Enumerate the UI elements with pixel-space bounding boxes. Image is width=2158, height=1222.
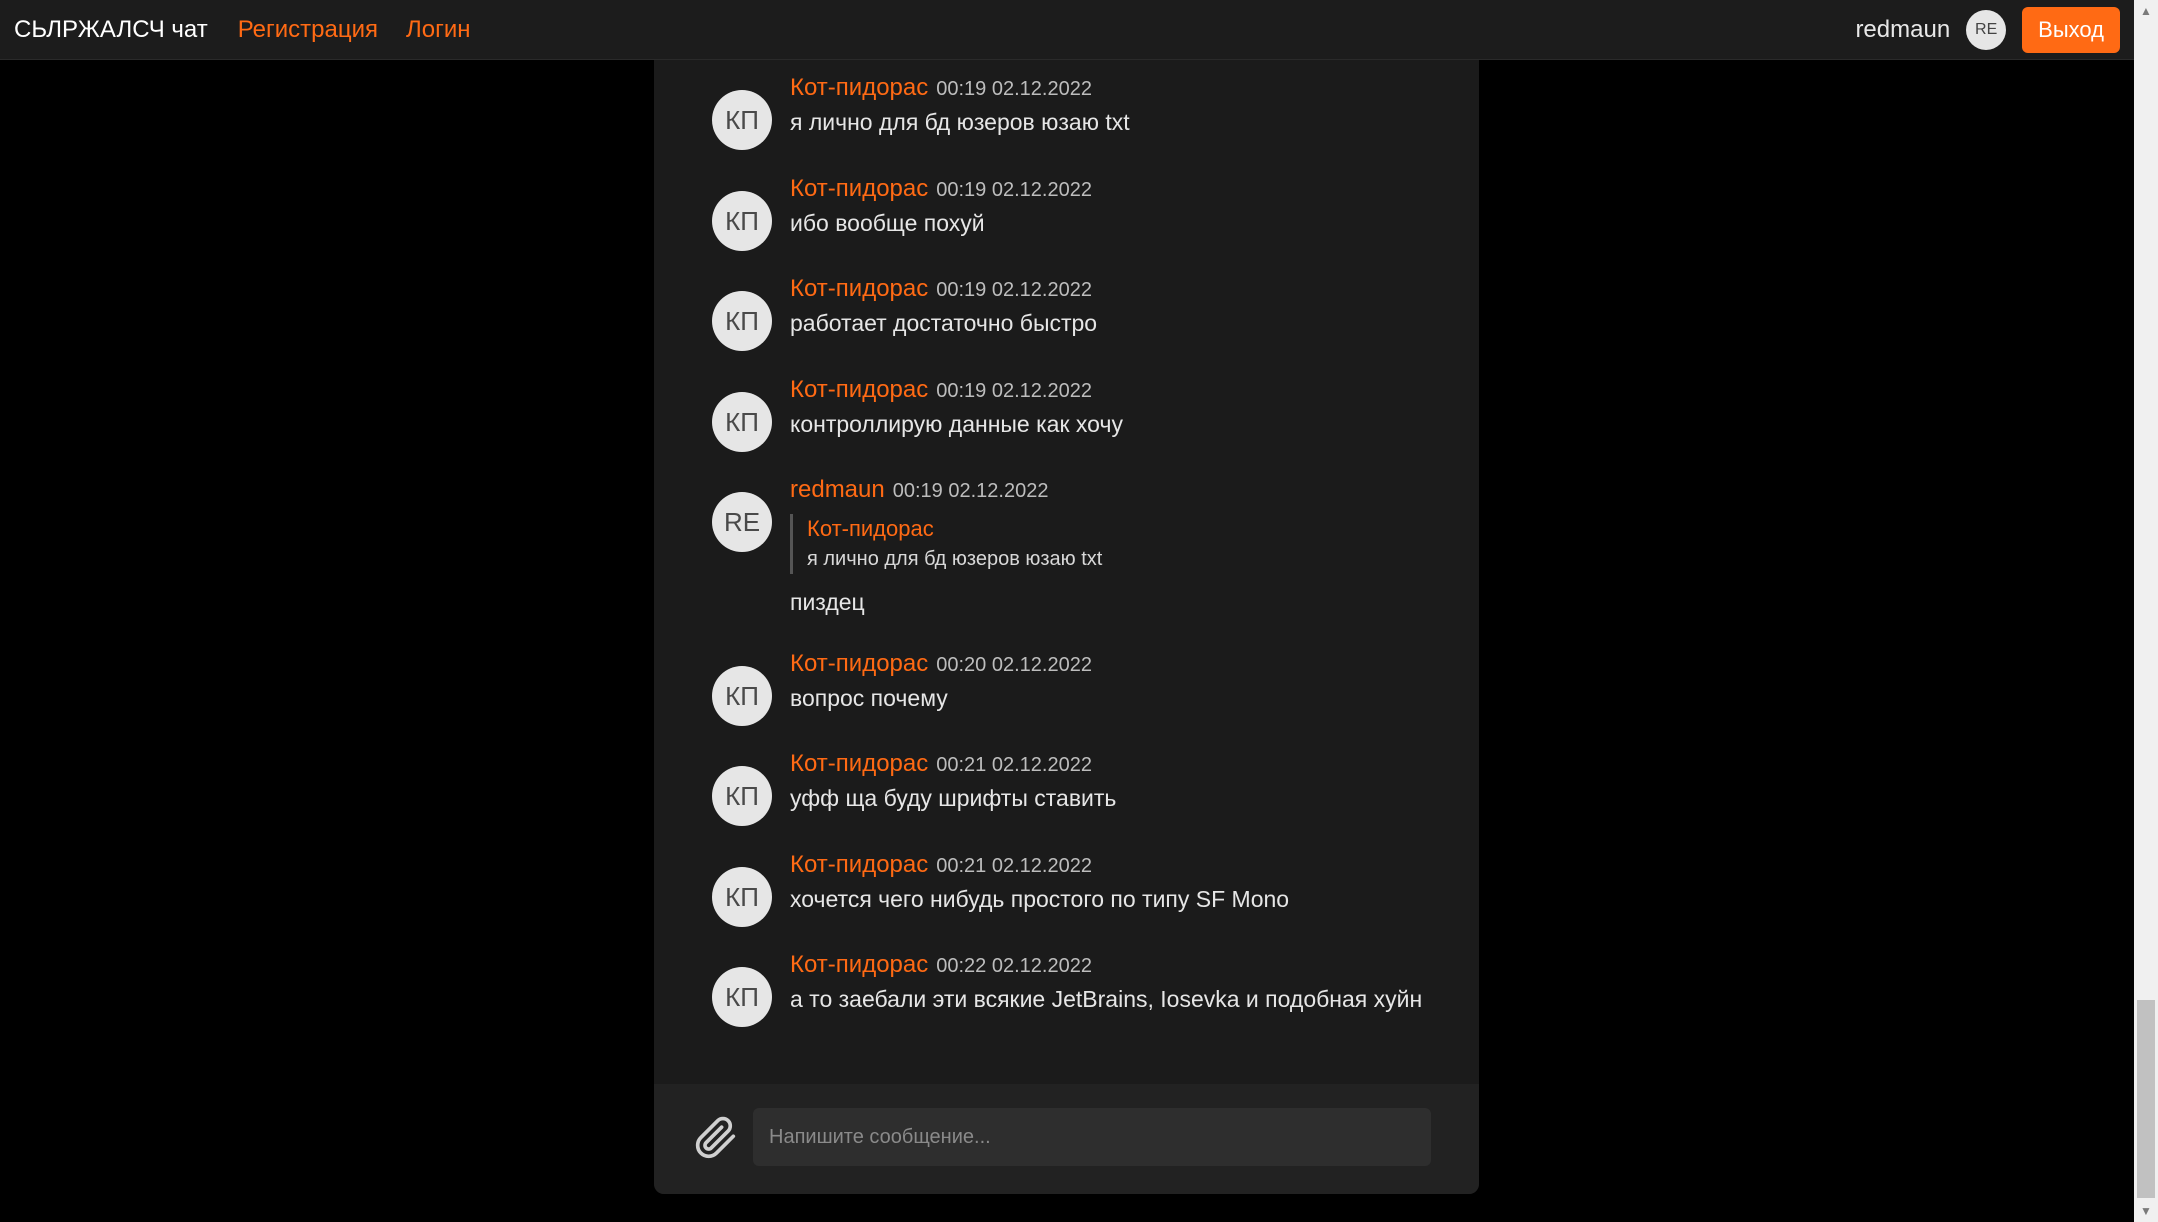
message-text: пиздец — [790, 589, 865, 615]
message-timestamp: 00:21 02.12.2022 — [936, 855, 1092, 877]
message-author[interactable]: redmaun — [790, 476, 885, 504]
quote-author: Кот-пидорас — [807, 516, 934, 541]
message-text: вопрос почему — [790, 685, 948, 711]
message-header: Кот-пидорас 00:21 02.12.2022 — [790, 750, 1452, 784]
author-avatar: КП — [712, 766, 772, 826]
message-author[interactable]: Кот-пидорас — [790, 74, 928, 102]
message-body: Кот-пидорас 00:19 02.12.2022 ибо вообще … — [790, 175, 1452, 251]
current-username: redmaun — [1855, 15, 1951, 43]
message-item: КП Кот-пидорас 00:19 02.12.2022 работает… — [712, 275, 1452, 351]
register-link[interactable]: Регистрация — [238, 16, 378, 44]
message-author[interactable]: Кот-пидорас — [790, 175, 928, 203]
message-text: ибо вообще похуй — [790, 210, 985, 236]
message-author[interactable]: Кот-пидорас — [790, 376, 928, 404]
message-header: Кот-пидорас 00:19 02.12.2022 — [790, 175, 1452, 209]
message-item: КП Кот-пидорас 00:19 02.12.2022 я лично … — [712, 74, 1452, 150]
chat-panel: КП Кот-пидорас 00:19 02.12.2022 я лично … — [654, 60, 1479, 1194]
message-text: уфф ща буду шрифты ставить — [790, 785, 1117, 811]
author-avatar: КП — [712, 867, 772, 927]
login-link[interactable]: Логин — [406, 16, 471, 44]
message-timestamp: 00:19 02.12.2022 — [936, 179, 1092, 201]
message-text: я лично для бд юзеров юзаю txt — [790, 109, 1130, 135]
scroll-thumb[interactable] — [2137, 1000, 2155, 1198]
message-author[interactable]: Кот-пидорас — [790, 750, 928, 778]
message-header: Кот-пидорас 00:22 02.12.2022 — [790, 951, 1452, 985]
message-item: КП Кот-пидорас 00:21 02.12.2022 хочется … — [712, 851, 1452, 927]
message-timestamp: 00:20 02.12.2022 — [936, 654, 1092, 676]
message-body: Кот-пидорас 00:19 02.12.2022 работает до… — [790, 275, 1452, 351]
message-header: Кот-пидорас 00:20 02.12.2022 — [790, 650, 1452, 684]
message-author[interactable]: Кот-пидорас — [790, 951, 928, 979]
logout-button[interactable]: Выход — [2022, 6, 2120, 53]
author-avatar: КП — [712, 666, 772, 726]
message-body: Кот-пидорас 00:21 02.12.2022 уфф ща буду… — [790, 750, 1452, 826]
app-brand[interactable]: СЬЛРЖАЛСЧ чат — [14, 16, 208, 44]
message-author[interactable]: Кот-пидорас — [790, 650, 928, 678]
message-timestamp: 00:19 02.12.2022 — [892, 480, 1049, 502]
author-avatar: КП — [712, 90, 772, 150]
author-avatar: КП — [712, 392, 772, 452]
message-item: КП Кот-пидорас 00:19 02.12.2022 контролл… — [712, 376, 1452, 452]
author-avatar: КП — [712, 191, 772, 251]
message-timestamp: 00:22 02.12.2022 — [936, 955, 1092, 977]
message-timestamp: 00:19 02.12.2022 — [936, 78, 1092, 100]
message-author[interactable]: Кот-пидорас — [790, 275, 928, 303]
user-avatar[interactable]: RE — [1966, 9, 2007, 50]
message-item: КП Кот-пидорас 00:19 02.12.2022 ибо вооб… — [712, 175, 1452, 251]
message-header: Кот-пидорас 00:19 02.12.2022 — [790, 275, 1452, 309]
message-header: Кот-пидорас 00:21 02.12.2022 — [790, 851, 1452, 885]
message-item: КП Кот-пидорас 00:20 02.12.2022 вопрос п… — [712, 650, 1452, 726]
message-header: redmaun 00:19 02.12.2022 — [790, 476, 1452, 510]
message-body: Кот-пидорас 00:19 02.12.2022 контроллиру… — [790, 376, 1452, 452]
message-text: хочется чего нибудь простого по типу SF … — [790, 886, 1290, 912]
scroll-up-icon[interactable]: ▲ — [2134, 0, 2158, 22]
quote-text: я лично для бд юзеров юзаю txt — [807, 548, 1103, 570]
message-author[interactable]: Кот-пидорас — [790, 851, 928, 879]
message-body: Кот-пидорас 00:21 02.12.2022 хочется чег… — [790, 851, 1452, 927]
quoted-reply[interactable]: Кот-пидорас я лично для бд юзеров юзаю t… — [790, 514, 1452, 574]
message-header: Кот-пидорас 00:19 02.12.2022 — [790, 74, 1452, 108]
message-body: Кот-пидорас 00:19 02.12.2022 я лично для… — [790, 74, 1452, 150]
author-avatar: RE — [712, 492, 772, 552]
message-item: КП Кот-пидорас 00:22 02.12.2022 а то зае… — [712, 951, 1452, 1027]
message-text: работает достаточно быстро — [790, 310, 1098, 336]
message-body: Кот-пидорас 00:22 02.12.2022 а то заебал… — [790, 951, 1452, 1027]
message-composer — [654, 1084, 1479, 1194]
message-item: RE redmaun 00:19 02.12.2022 Кот-пидорас … — [712, 476, 1452, 616]
message-body: Кот-пидорас 00:20 02.12.2022 вопрос поче… — [790, 650, 1452, 726]
author-avatar: КП — [712, 967, 772, 1027]
scroll-down-icon[interactable]: ▼ — [2134, 1200, 2158, 1222]
message-body: redmaun 00:19 02.12.2022 Кот-пидорас я л… — [790, 476, 1452, 616]
message-text: а то заебали эти всякие JetBrains, Iosev… — [790, 986, 1423, 1012]
message-timestamp: 00:21 02.12.2022 — [936, 754, 1092, 776]
page-scrollbar[interactable]: ▲ ▼ — [2134, 0, 2158, 1222]
message-text: контроллирую данные как хочу — [790, 411, 1123, 437]
author-avatar: КП — [712, 291, 772, 351]
message-item: КП Кот-пидорас 00:21 02.12.2022 уфф ща б… — [712, 750, 1452, 826]
message-list[interactable]: КП Кот-пидорас 00:19 02.12.2022 я лично … — [654, 60, 1479, 1084]
paperclip-icon[interactable] — [694, 1116, 738, 1160]
message-input[interactable] — [753, 1108, 1431, 1166]
top-navbar: СЬЛРЖАЛСЧ чат Регистрация Логин redmaun … — [0, 0, 2134, 60]
message-timestamp: 00:19 02.12.2022 — [936, 279, 1092, 301]
message-timestamp: 00:19 02.12.2022 — [936, 380, 1092, 402]
message-header: Кот-пидорас 00:19 02.12.2022 — [790, 376, 1452, 410]
